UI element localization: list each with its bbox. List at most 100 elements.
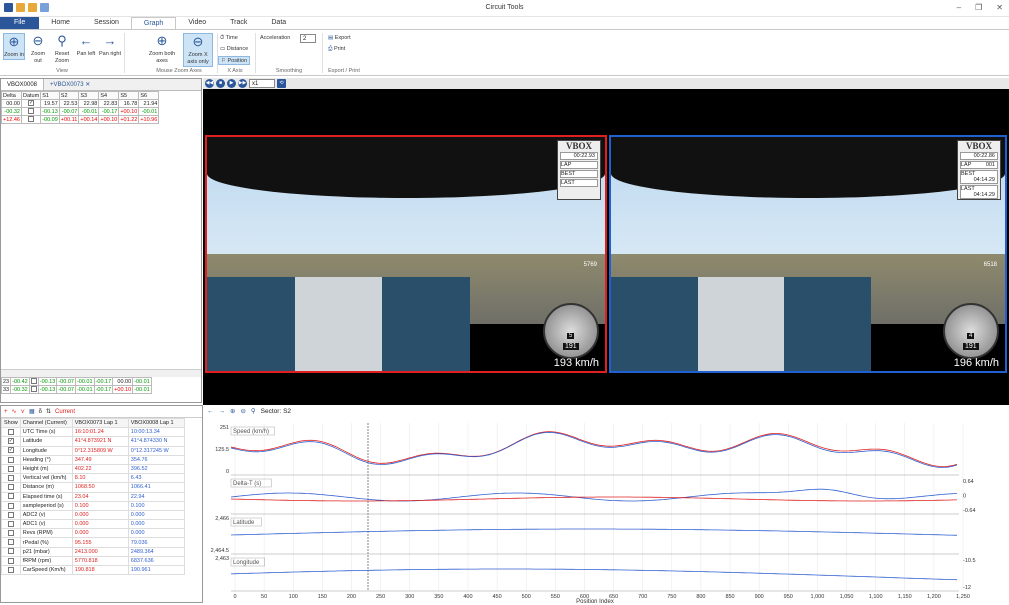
video-frame-right[interactable]: VBOX 00:22.86 LAP 001 BEST 04:14.29 LAST 04… <box>609 135 1007 373</box>
channel-row[interactable]: rPedal (%) 95.155 79.036 <box>1 537 185 548</box>
channel-row[interactable]: CarSpeed (Km/h) 190.818 190.961 <box>1 564 185 576</box>
play-icon[interactable]: ▶ <box>227 79 236 88</box>
channel-row[interactable]: Vertical vel (km/h) 8.10 6.43 <box>1 473 185 484</box>
column-header[interactable]: S5 <box>118 91 140 100</box>
tab-track[interactable]: Track <box>218 17 259 29</box>
show-checkbox[interactable] <box>7 465 14 472</box>
arrow-left-icon[interactable]: ← <box>207 408 214 415</box>
tab-session[interactable]: Session <box>82 17 131 29</box>
x-axis-time-option[interactable]: ⏱ Time <box>220 34 238 43</box>
show-checkbox[interactable] <box>7 511 14 518</box>
x-tick-label: 400 <box>463 594 472 600</box>
horizontal-scrollbar[interactable] <box>1 369 201 377</box>
show-checkbox[interactable] <box>7 539 14 546</box>
video-frame-left[interactable]: VBOX 00:22.93 LAP BEST LAST 5769 5 191 1… <box>205 135 607 373</box>
tab-vbox0073[interactable]: +VBOX0073 ✕ <box>44 79 96 90</box>
datum-checkbox[interactable] <box>28 108 35 115</box>
channel-row[interactable]: Height (m) 402.22 396.52 <box>1 463 185 475</box>
channel-row[interactable]: ✓ Latitude 41°4.873921 N 41°4.874330 N <box>1 436 185 447</box>
x-tick-label: 250 <box>376 594 385 600</box>
show-checkbox[interactable] <box>7 493 14 500</box>
show-checkbox[interactable] <box>7 502 14 509</box>
pan-left-button[interactable]: ← Pan left <box>75 33 97 58</box>
show-checkbox[interactable]: ✓ <box>7 438 14 445</box>
show-checkbox[interactable] <box>7 530 14 537</box>
channel-row[interactable]: fRPM (rpm) 5770.818 6837.636 <box>1 555 185 567</box>
tab-home[interactable]: Home <box>39 17 82 29</box>
tab-video[interactable]: Video <box>176 17 218 29</box>
x-axis-distance-option[interactable]: ▭ Distance <box>220 45 248 54</box>
graph-icon[interactable]: ∿ <box>12 408 17 415</box>
datum-checkbox[interactable] <box>30 378 37 385</box>
forward-icon[interactable]: ▶▶ <box>238 79 247 88</box>
zoom-both-axes-button[interactable]: ⊕ Zoom both axes <box>145 33 179 65</box>
zoom-out-icon[interactable]: ⊖ <box>240 407 245 415</box>
print-button[interactable]: ⎙ Print <box>328 45 345 54</box>
channel-row[interactable]: Heading (°) 347.49 354.76 <box>1 454 185 465</box>
show-checkbox[interactable] <box>7 456 14 463</box>
acceleration-stepper[interactable]: 2 <box>300 34 316 43</box>
sort-icon[interactable]: ⇅ <box>46 408 51 415</box>
close-icon[interactable]: ✕ <box>85 82 90 88</box>
graph-canvas[interactable]: 0 50 100 150 200 250 300 350 400 450 500 550 600 650 7… <box>203 417 1009 605</box>
minimize-icon[interactable]: – <box>957 3 961 12</box>
zoom-x-only-button[interactable]: ⊖ Zoom X axis only <box>183 33 213 67</box>
rewind-icon[interactable]: ◀◀ <box>205 79 214 88</box>
channel-row[interactable]: Distance (m) 1068.50 1066.41 <box>1 482 185 493</box>
arrow-right-icon[interactable]: → <box>219 408 226 415</box>
column-header[interactable]: Datum <box>20 91 42 100</box>
datum-checkbox[interactable]: ✓ <box>28 100 35 107</box>
channel-row[interactable]: Revs (RPM) 0.000 0.000 <box>1 528 185 539</box>
playback-speed-select[interactable]: x1 <box>249 79 275 88</box>
tab-data[interactable]: Data <box>259 17 298 29</box>
table-row[interactable]: -00.32 -00.13 -00.07 -00.01 -00.17 +00.10 -00.… <box>1 107 160 116</box>
column-header[interactable]: S4 <box>98 91 120 100</box>
channel-row[interactable]: ADC2 (v) 0.000 0.000 <box>1 509 185 521</box>
column-header[interactable]: S1 <box>40 91 60 100</box>
channel-row[interactable]: UTC Time (s) 16:10:01.24 10:00:13.34 <box>1 427 185 438</box>
datum-checkbox[interactable] <box>28 116 35 123</box>
file-menu[interactable]: File <box>0 17 40 29</box>
show-checkbox[interactable] <box>7 566 14 573</box>
zoom-out-button[interactable]: ⊖ Zoom out <box>27 33 49 65</box>
datum-checkbox[interactable] <box>30 386 37 393</box>
delta-icon[interactable]: δ <box>39 409 42 415</box>
sync-icon[interactable]: ⟲ <box>277 79 286 88</box>
zoom-in-button[interactable]: ⊕ Zoom in <box>3 33 25 60</box>
column-header[interactable]: S3 <box>78 91 100 100</box>
channel-row[interactable]: sampleperiod (s) 0.100 0.100 <box>1 500 185 511</box>
table-row[interactable]: 23 -00.42 -00.13 -00.07 -00.01 -00.17 00.00 -00… <box>0 377 152 386</box>
add-icon[interactable]: + <box>4 409 8 415</box>
stop-icon[interactable]: ■ <box>216 79 225 88</box>
zoom-in-icon[interactable]: ⊕ <box>230 407 235 415</box>
x-axis-position-option[interactable]: ⚐ Position <box>218 56 251 65</box>
filter-icon[interactable]: ⋎ <box>21 408 25 415</box>
export-button[interactable]: ▤ Export <box>328 34 351 43</box>
channel-row[interactable]: ADC1 (v) 0.000 0.000 <box>1 519 185 530</box>
channel-name: UTC Time (s) <box>19 427 73 438</box>
channel-row[interactable]: ✓ Longitude 0°12.315809 W 0°12.317245 W <box>1 445 185 456</box>
pan-right-button[interactable]: → Pan right <box>99 33 121 58</box>
table-row[interactable]: 33 -00.32 -00.13 -00.07 -00.01 -00.17 +00.10 -0… <box>0 385 152 394</box>
close-icon[interactable]: ✕ <box>996 3 1003 12</box>
table-row[interactable]: +12.46 -00.09 +00.11 +00.14 +00.10 +01.22 +10.… <box>1 115 160 124</box>
tab-graph[interactable]: Graph <box>130 17 177 29</box>
grid-icon[interactable]: ▦ <box>29 408 35 415</box>
magnifier-icon[interactable]: ⚲ <box>251 407 256 415</box>
show-checkbox[interactable] <box>7 520 14 527</box>
show-checkbox[interactable] <box>7 429 14 436</box>
column-header[interactable]: S2 <box>58 91 80 100</box>
restore-icon[interactable]: ❐ <box>975 3 982 12</box>
show-checkbox[interactable] <box>7 474 14 481</box>
reset-zoom-button[interactable]: ⚲ Reset Zoom <box>51 33 73 65</box>
column-header[interactable]: Delta <box>1 91 22 100</box>
column-header[interactable]: S6 <box>138 91 160 100</box>
channel-row[interactable]: p21 (mbar) 2413.000 2489.364 <box>1 546 185 557</box>
show-checkbox[interactable] <box>7 548 14 555</box>
show-checkbox[interactable] <box>7 557 14 564</box>
show-checkbox[interactable] <box>7 484 14 491</box>
channel-row[interactable]: Elapsed time (s) 23.04 22.94 <box>1 491 185 502</box>
show-checkbox[interactable]: ✓ <box>7 447 14 454</box>
table-row[interactable]: 00.00 ✓ 19.57 22.53 22.98 22.83 16.78 21.94 <box>1 99 160 108</box>
tab-vbox0008[interactable]: VBOX0008 <box>1 79 45 90</box>
